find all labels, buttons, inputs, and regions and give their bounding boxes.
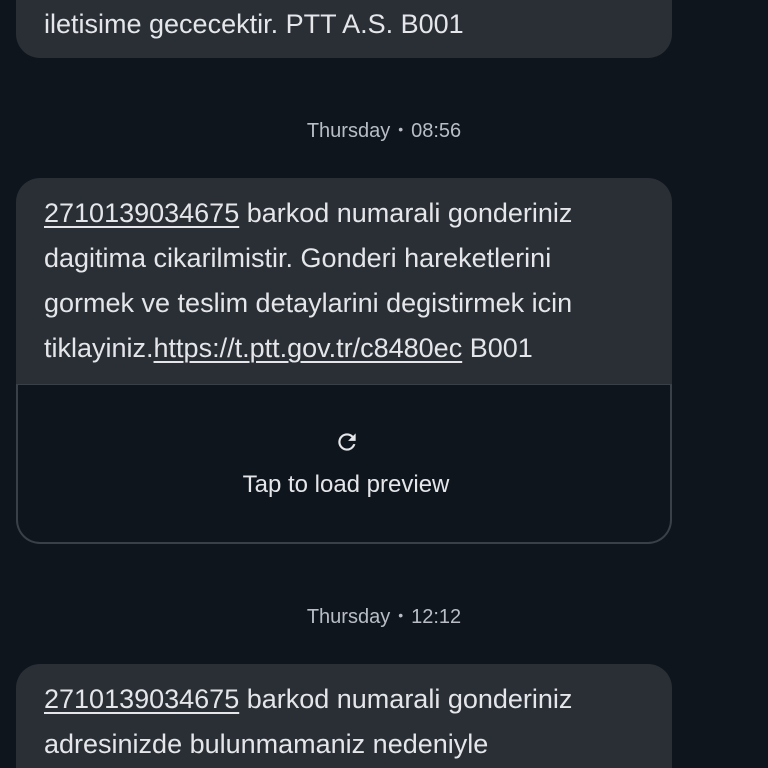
message-text: 2710139034675 barkod numarali gonderiniz… xyxy=(16,178,672,371)
timestamp-time: 08:56 xyxy=(411,120,462,142)
message-timestamp: Thursday • 08:56 xyxy=(0,120,768,143)
message-line-4-suffix: B001 xyxy=(462,333,533,363)
url-link[interactable]: https://t.ptt.gov.tr/c8480ec xyxy=(154,333,463,363)
message-bubble-3[interactable]: 2710139034675 barkod numarali gonderiniz… xyxy=(16,664,672,768)
barcode-link[interactable]: 2710139034675 xyxy=(44,198,239,228)
timestamp-day: Thursday xyxy=(306,606,391,628)
timestamp-day: Thursday xyxy=(306,120,391,142)
message-line-2: adresinizde bulunmamaniz nedeniyle xyxy=(44,729,489,759)
message-line-1-rest: barkod numarali gonderiniz xyxy=(239,684,573,714)
conversation-view: iletisime gececektir. PTT A.S. B001 Thur… xyxy=(0,0,768,768)
refresh-icon xyxy=(338,433,356,451)
message-line-4: tiklayiniz.https://t.ptt.gov.tr/c8480ec … xyxy=(44,326,644,371)
message-line-1: 2710139034675 barkod numarali gonderiniz xyxy=(44,677,644,722)
link-preview-button[interactable]: Tap to load preview xyxy=(16,384,672,544)
message-bubble-1[interactable]: iletisime gececektir. PTT A.S. B001 xyxy=(16,0,672,58)
barcode-link[interactable]: 2710139034675 xyxy=(44,684,239,714)
message-line-2: dagitima cikarilmistir. Gonderi hareketl… xyxy=(44,243,552,273)
timestamp-separator: • xyxy=(398,121,404,137)
message-line-3: gormek ve teslim detaylarini degistirmek… xyxy=(44,288,573,318)
message-bubble-2[interactable]: 2710139034675 barkod numarali gonderiniz… xyxy=(16,178,672,544)
message-text: iletisime gececektir. PTT A.S. B001 xyxy=(16,2,492,47)
message-line-1-rest: barkod numarali gonderiniz xyxy=(239,198,573,228)
message-text: 2710139034675 barkod numarali gonderiniz… xyxy=(16,664,672,767)
message-timestamp: Thursday • 12:12 xyxy=(0,606,768,629)
timestamp-separator: • xyxy=(398,607,404,623)
message-text-tail: iletisime gececektir. PTT A.S. B001 xyxy=(44,9,464,39)
message-line-1: 2710139034675 barkod numarali gonderiniz xyxy=(44,191,644,236)
message-line-4-prefix: tiklayiniz. xyxy=(44,333,154,363)
timestamp-time: 12:12 xyxy=(411,606,462,628)
preview-label: Tap to load preview xyxy=(242,471,450,498)
